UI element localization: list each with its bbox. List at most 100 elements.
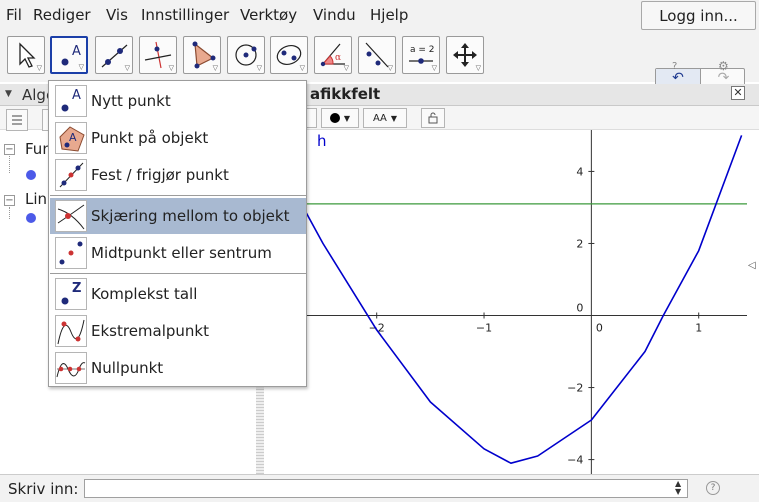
attach-detach-point-icon: [55, 159, 87, 191]
function-curve-h: [264, 135, 743, 464]
sidebar-collapse-icon[interactable]: ◁: [748, 260, 756, 271]
menu-settings[interactable]: Innstillinger: [141, 6, 229, 24]
y-tick-label: 0: [576, 302, 583, 315]
svg-text:Z: Z: [72, 281, 81, 296]
menu-item-complex-number[interactable]: Z Komplekst tall: [50, 276, 306, 312]
chevron-down-icon: ▽: [431, 64, 437, 72]
chevron-down-icon: ▽: [212, 64, 218, 72]
close-icon[interactable]: ✕: [731, 86, 745, 100]
menu-item-extremum[interactable]: Ekstremalpunkt: [50, 313, 306, 349]
menu-item-label: Punkt på objekt: [91, 129, 209, 147]
algebra-sort-button[interactable]: [6, 109, 28, 131]
menu-item-midpoint[interactable]: Midtpunkt eller sentrum: [50, 235, 306, 271]
new-point-icon: A: [55, 85, 87, 117]
polygon-tool-button[interactable]: ▽: [183, 36, 221, 74]
y-tick-label: 2: [576, 237, 583, 250]
tree-group-lines: Lin: [25, 190, 48, 208]
color-dot-icon: [329, 113, 340, 123]
lock-icon: [428, 112, 438, 124]
chevron-down-icon: ▽: [36, 64, 42, 72]
roots-icon: [55, 352, 87, 384]
gear-icon[interactable]: ⚙: [718, 59, 729, 73]
move-graphics-view-tool-button[interactable]: ▽: [446, 36, 484, 74]
move-tool-button[interactable]: ▽: [7, 36, 45, 74]
list-icon: [12, 115, 22, 125]
menu-separator: [50, 195, 306, 196]
y-tick-label: −4: [567, 454, 583, 467]
y-tick-label: −2: [567, 382, 583, 395]
menu-help[interactable]: Hjelp: [370, 6, 408, 24]
collapse-triangle-icon[interactable]: ▼: [5, 89, 12, 99]
angle-tool-button[interactable]: α ▽: [314, 36, 352, 74]
lock-button[interactable]: [421, 108, 445, 128]
function-plot[interactable]: −2 −1 0 1 4 2 0 −2 −4 h: [264, 130, 747, 474]
menu-item-label: Nytt punkt: [91, 92, 171, 110]
input-help-icon[interactable]: ?: [706, 481, 720, 495]
y-tick-label: 4: [576, 165, 583, 178]
chevron-down-icon: ▽: [299, 64, 305, 72]
command-input[interactable]: [84, 479, 688, 498]
x-tick-label: 1: [695, 322, 702, 335]
perpendicular-line-tool-button[interactable]: ▽: [139, 36, 177, 74]
menu-item-intersect[interactable]: Skjæring mellom to objekt: [50, 198, 306, 234]
chevron-down-icon: ▽: [168, 64, 174, 72]
login-button[interactable]: Logg inn...: [641, 1, 756, 30]
ellipse-tool-button[interactable]: ▽: [270, 36, 308, 74]
menu-item-label: Komplekst tall: [91, 285, 198, 303]
menu-item-label: Fest / frigjør punkt: [91, 166, 229, 184]
svg-text:a = 2: a = 2: [410, 45, 435, 55]
chevron-down-icon: ▼: [343, 113, 351, 123]
midpoint-icon: [55, 237, 87, 269]
menu-separator: [50, 273, 306, 274]
menu-item-label: Nullpunkt: [91, 359, 164, 377]
tree-line: [9, 207, 10, 219]
x-tick-label: −2: [369, 322, 385, 335]
tree-line: [9, 156, 10, 173]
input-label: Skriv inn:: [8, 480, 79, 498]
visibility-dot[interactable]: [26, 213, 36, 223]
chevron-down-icon: ▽: [343, 64, 349, 72]
tree-toggle-functions[interactable]: −: [4, 144, 15, 155]
intersect-icon: [55, 200, 87, 232]
chevron-down-icon: ▽: [256, 64, 262, 72]
menu-tools[interactable]: Verktøy: [240, 6, 297, 24]
reflect-tool-button[interactable]: ▽: [358, 36, 396, 74]
menu-item-point-on-object[interactable]: A Punkt på objekt: [50, 120, 306, 156]
menu-item-attach-detach-point[interactable]: Fest / frigjør punkt: [50, 157, 306, 193]
menu-item-label: Ekstremalpunkt: [91, 322, 210, 340]
graphics-view-title: afikkfelt: [310, 85, 381, 103]
graphics-view[interactable]: −2 −1 0 1 4 2 0 −2 −4 h: [264, 130, 747, 474]
text-size-dropdown-button[interactable]: AA ▼: [363, 108, 407, 128]
help-icon[interactable]: ?: [672, 61, 677, 72]
slider-tool-button[interactable]: a = 2 ▽: [402, 36, 440, 74]
color-dropdown-button[interactable]: ▼: [321, 108, 359, 128]
x-tick-label: −1: [476, 322, 492, 335]
complex-number-icon: Z: [55, 278, 87, 310]
menu-item-new-point[interactable]: A Nytt punkt: [50, 83, 306, 119]
menu-file[interactable]: Fil: [6, 6, 22, 24]
circle-tool-button[interactable]: ▽: [227, 36, 265, 74]
text-size-icon: AA: [372, 112, 387, 124]
curve-label-h: h: [317, 132, 327, 150]
svg-text:α: α: [335, 53, 341, 63]
svg-text:A: A: [72, 44, 81, 59]
tree-toggle-lines[interactable]: −: [4, 195, 15, 206]
svg-text:A: A: [72, 88, 81, 103]
menu-item-roots[interactable]: Nullpunkt: [50, 350, 306, 386]
visibility-dot[interactable]: [26, 170, 36, 180]
toolbar: ▽ A ▽ ▽ ▽ ▽ ▽ ▽ α ▽ ▽ a = 2 ▽ ▽ ↶ ↷ ? ⚙: [0, 32, 759, 88]
input-history-arrows-icon[interactable]: ▲ ▼: [675, 480, 681, 496]
menu-view[interactable]: Vis: [106, 6, 128, 24]
line-tool-button[interactable]: ▽: [95, 36, 133, 74]
point-on-object-icon: A: [55, 122, 87, 154]
chevron-down-icon: ▼: [390, 113, 398, 123]
menu-edit[interactable]: Rediger: [33, 6, 91, 24]
x-tick-label: 0: [596, 322, 603, 335]
extremum-icon: [55, 315, 87, 347]
chevron-down-icon: ▽: [475, 64, 481, 72]
menu-window[interactable]: Vindu: [313, 6, 356, 24]
point-tool-button[interactable]: A ▽: [50, 36, 88, 74]
svg-text:A: A: [69, 131, 77, 144]
chevron-down-icon: ▽: [387, 64, 393, 72]
chevron-down-icon: ▽: [124, 64, 130, 72]
